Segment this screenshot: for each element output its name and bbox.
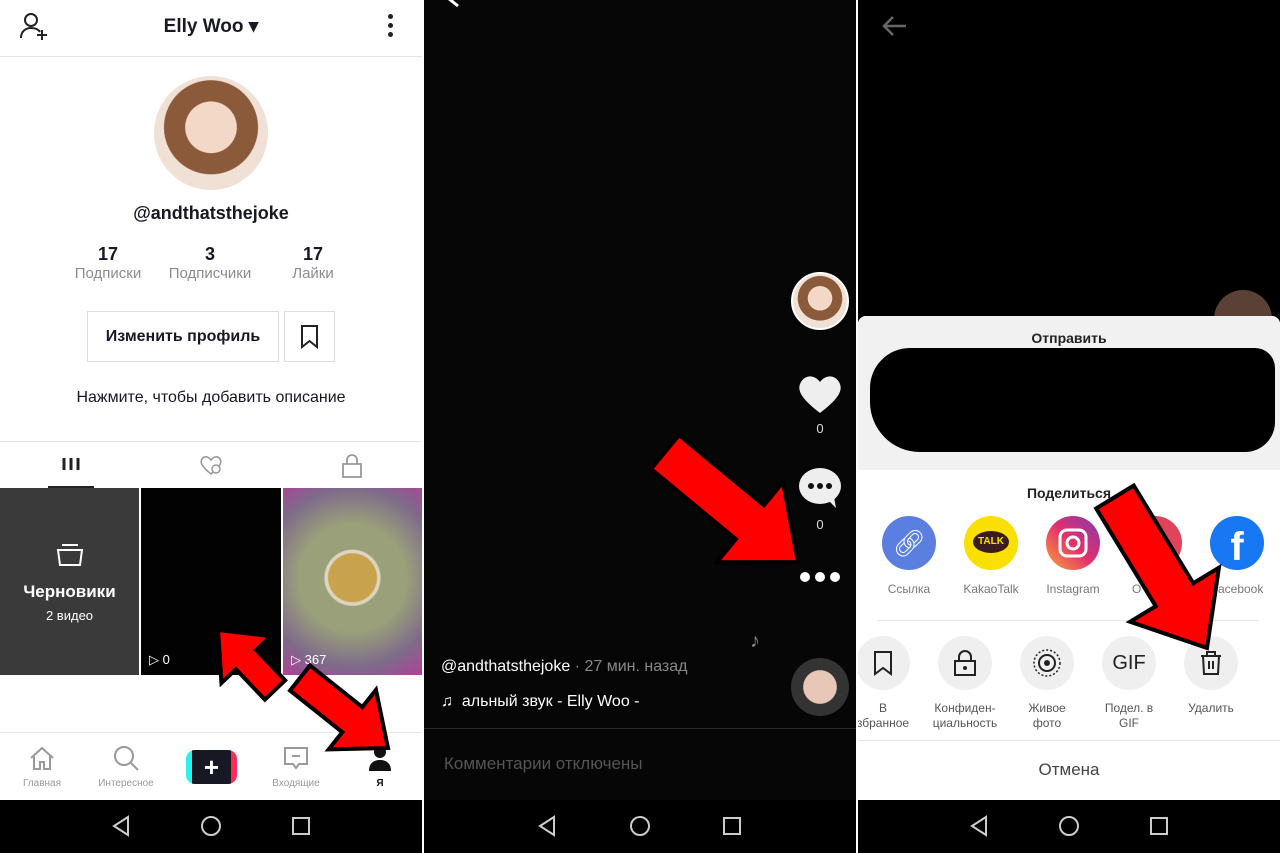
author-avatar[interactable] [791, 272, 849, 330]
recents-icon[interactable] [290, 815, 312, 837]
action-label: Конфиден- циальность [932, 701, 998, 730]
home-circle-icon[interactable] [1058, 815, 1080, 837]
share-other-button[interactable] [1128, 516, 1182, 570]
live-photo-button[interactable] [1020, 636, 1074, 690]
nav-discover[interactable]: Интересное [86, 745, 166, 789]
drafts-tile[interactable]: Черновики 2 видео [0, 488, 139, 675]
handle: @andthatsthejoke [133, 203, 289, 223]
android-nav-bar [0, 800, 422, 853]
facebook-icon: f [1230, 525, 1244, 569]
delete-button[interactable] [1184, 636, 1238, 690]
nav-home[interactable]: Главная [2, 745, 82, 789]
stat-followers[interactable]: 3 Подписчики [160, 244, 260, 282]
action-label: Удалить [1188, 701, 1234, 715]
inbox-icon [284, 747, 308, 770]
username: Elly Woo [163, 16, 244, 37]
comments-disabled-text: Комментарии отключены [444, 754, 643, 773]
author-handle[interactable]: @andthatsthejoke [441, 658, 570, 675]
share-as-gif-button[interactable]: GIF [1102, 636, 1156, 690]
send-title: Отправить [1031, 330, 1107, 346]
share-title: Поделиться [1026, 485, 1112, 501]
search-icon [114, 746, 139, 771]
action-label: В збранное [858, 701, 910, 730]
comment-button[interactable] [798, 467, 842, 509]
nav-inbox[interactable]: Входящие [256, 745, 336, 789]
share-facebook-button[interactable]: f [1210, 516, 1264, 570]
plus-icon: + [203, 752, 220, 782]
share-sheet-screen: Отправить Поделиться 🔗︎ Ссылка TALK Kaka… [858, 0, 1280, 853]
bookmark-icon [301, 325, 318, 350]
lock-icon [954, 650, 976, 676]
recents-icon[interactable] [721, 815, 743, 837]
share-label: KakaoTalk [963, 582, 1019, 596]
drafts-title: Черновики [23, 582, 116, 601]
video-author-line: @andthatsthejoke · 27 мин. назад [441, 658, 687, 676]
grid-icon [62, 458, 80, 470]
gif-icon: GIF [1112, 651, 1146, 674]
person-icon [369, 746, 391, 771]
profile-screen: Elly Woo ▾ @andthatsthejoke 17 Подписки 3… [0, 0, 422, 853]
sound-disc[interactable] [791, 658, 849, 716]
privacy-button[interactable] [938, 636, 992, 690]
tab-private-lock-icon[interactable] [338, 452, 366, 480]
avatar[interactable] [154, 76, 268, 190]
cancel-button[interactable]: Отмена [858, 760, 1280, 780]
comment-count: 0 [816, 517, 824, 532]
share-label: Instagram [1046, 582, 1100, 596]
sound-name: альный звук - Elly Woo - [461, 693, 640, 710]
share-kakaotalk-button[interactable]: TALK [964, 516, 1018, 570]
view-count: ▷ 367 [291, 652, 327, 667]
back-arrow-icon[interactable] [880, 14, 908, 38]
trash-icon [1201, 651, 1221, 675]
music-note-icon: ♪ [750, 630, 760, 652]
drafts-icon [56, 544, 84, 566]
kakaotalk-icon: TALK [973, 531, 1009, 553]
share-label: O [1132, 582, 1142, 596]
more-options-button[interactable] [798, 570, 842, 584]
stat-likes[interactable]: 17 Лайки [263, 244, 363, 282]
action-label: Подел. в GIF [1104, 701, 1154, 730]
drafts-count: 2 видео [45, 608, 94, 623]
redacted-contacts [870, 348, 1275, 452]
create-video-button[interactable]: + [186, 750, 237, 784]
video-tile[interactable]: ▷ 367 [283, 488, 422, 675]
like-button[interactable] [797, 373, 843, 415]
android-nav-bar [858, 800, 1280, 853]
instagram-icon [1058, 528, 1088, 558]
add-description-link[interactable]: Нажмите, чтобы добавить описание [0, 389, 422, 407]
edit-profile-button[interactable]: Изменить профиль [87, 311, 279, 362]
home-circle-icon[interactable] [200, 815, 222, 837]
username-dropdown[interactable]: Elly Woo ▾ [0, 15, 422, 38]
stat-following[interactable]: 17 Подписки [58, 244, 158, 282]
sound-line[interactable]: ♫ альный звук - Elly Woo - [441, 693, 640, 711]
back-icon[interactable] [110, 815, 132, 837]
recents-icon[interactable] [1148, 815, 1170, 837]
share-link-button[interactable]: 🔗︎ [882, 516, 936, 570]
back-icon[interactable] [536, 815, 558, 837]
like-count: 0 [816, 421, 824, 436]
action-label: Живое фото [1028, 701, 1066, 730]
video-tile[interactable]: ▷ 0 [141, 488, 281, 675]
android-nav-bar [424, 800, 857, 853]
share-label: Ссылка [887, 582, 931, 596]
bookmarks-button[interactable] [284, 311, 335, 362]
add-to-favorites-button[interactable] [858, 636, 910, 690]
back-arrow-icon[interactable] [444, 0, 474, 14]
live-photo-icon [1033, 649, 1061, 677]
share-instagram-button[interactable] [1046, 516, 1100, 570]
link-icon: 🔗︎ [892, 528, 926, 558]
bookmark-icon [874, 651, 892, 676]
video-screen: 0 0 ♪ @andthatsthejoke · 27 мин. назад ♫… [424, 0, 857, 853]
back-icon[interactable] [968, 815, 990, 837]
nav-me[interactable]: Я [340, 745, 420, 789]
home-icon [30, 746, 54, 770]
home-circle-icon[interactable] [629, 815, 651, 837]
tab-videos[interactable] [48, 442, 94, 488]
post-time: · 27 мин. назад [574, 658, 688, 675]
share-label: Facebook [1210, 582, 1264, 596]
tab-liked-hidden[interactable] [196, 450, 226, 480]
view-count: ▷ 0 [149, 652, 170, 667]
more-menu-icon[interactable] [388, 14, 394, 37]
music-icon: ♫ [441, 693, 453, 710]
